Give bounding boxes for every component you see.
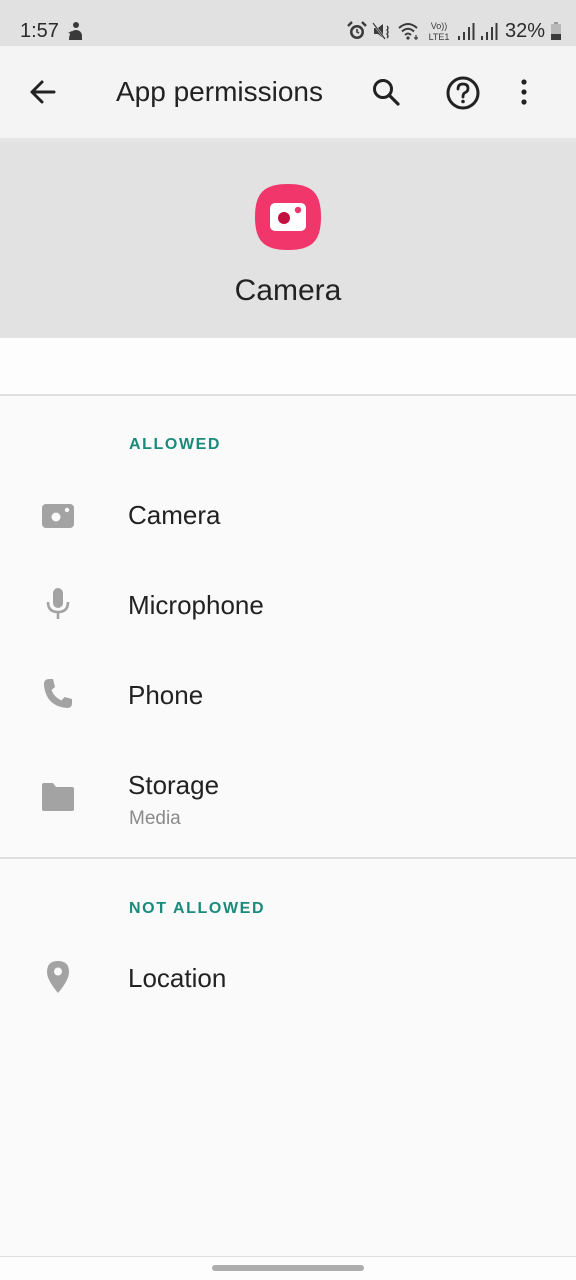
section-header-not-allowed: NOT ALLOWED: [129, 900, 266, 917]
location-pin-icon: [47, 961, 69, 993]
spacer: [0, 338, 576, 395]
status-icons: Vo)) LTE1 32%: [347, 18, 562, 44]
more-vert-icon[interactable]: [512, 74, 536, 110]
permission-item-camera[interactable]: Camera: [0, 476, 576, 556]
battery-icon: [551, 22, 561, 40]
permission-subtitle: Media: [129, 808, 181, 829]
permission-label: Phone: [128, 680, 204, 710]
app-name: Camera: [234, 274, 342, 307]
arrow-left-icon[interactable]: [24, 74, 64, 110]
battery-percent: 32%: [504, 19, 545, 42]
permission-item-phone[interactable]: Phone: [0, 656, 576, 736]
signal-icon: [457, 23, 475, 40]
permission-label: Microphone: [128, 590, 264, 620]
section-divider: [0, 857, 576, 859]
permission-label: Camera: [128, 500, 221, 530]
mute-icon: [372, 22, 389, 40]
phone-icon: [44, 679, 72, 708]
wifi-icon: [398, 23, 418, 40]
app-bar: App permissions: [0, 46, 576, 138]
permission-label: Storage: [128, 770, 220, 800]
camera-app-icon: [255, 184, 321, 250]
permission-label: Location: [128, 963, 227, 993]
permission-item-microphone[interactable]: Microphone: [0, 566, 576, 646]
svg-text:LTE1: LTE1: [429, 32, 450, 42]
camera-icon: [42, 504, 74, 528]
alarm-icon: [347, 21, 367, 39]
section-divider: [0, 394, 576, 396]
status-time: 1:57: [20, 20, 59, 42]
notification-person-icon: [68, 22, 82, 40]
help-circle-icon[interactable]: [444, 74, 482, 112]
permission-item-location[interactable]: Location: [0, 939, 576, 1019]
app-header: Camera: [0, 142, 576, 338]
home-gesture-handle[interactable]: [212, 1265, 364, 1271]
navigation-bar: [0, 1256, 576, 1280]
page-title: App permissions: [116, 76, 323, 107]
folder-icon: [42, 783, 74, 811]
permission-item-storage[interactable]: Storage Media: [0, 746, 576, 829]
status-bar: 1:57 Vo)) LTE1 32%: [0, 0, 576, 46]
signal-icon: [480, 23, 498, 40]
search-icon[interactable]: [368, 74, 404, 110]
section-header-allowed: ALLOWED: [129, 436, 222, 453]
volte-lte-icon: Vo)) LTE1: [429, 21, 450, 42]
microphone-icon: [46, 588, 70, 619]
svg-text:Vo)): Vo)): [431, 21, 448, 31]
